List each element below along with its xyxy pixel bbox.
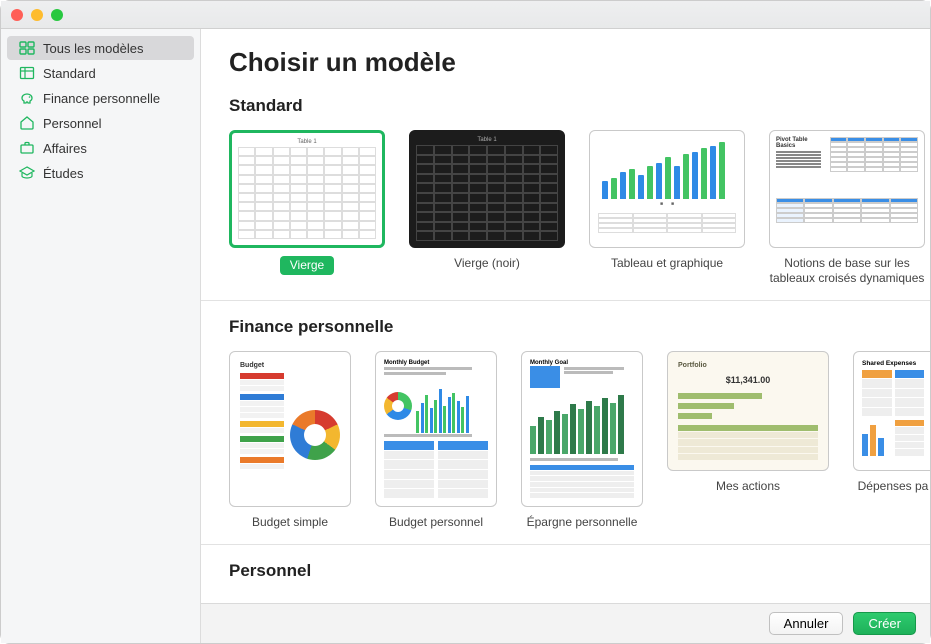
sidebar-item-label: Affaires bbox=[43, 141, 87, 156]
sidebar-item-label: Standard bbox=[43, 66, 96, 81]
briefcase-icon bbox=[19, 140, 35, 156]
template-label: Vierge bbox=[280, 256, 334, 275]
template-my-stocks[interactable]: Portfolio $11,341.00 Mes actions bbox=[667, 351, 829, 530]
window-close-button[interactable] bbox=[11, 9, 23, 21]
template-label: Tableau et graphique bbox=[611, 256, 723, 271]
thumb-caption: Budget bbox=[240, 362, 340, 369]
grid-icon bbox=[19, 40, 35, 56]
sidebar-item-standard[interactable]: Standard bbox=[7, 61, 194, 85]
sidebar-item-all-templates[interactable]: Tous les modèles bbox=[7, 36, 194, 60]
template-label: Budget simple bbox=[252, 515, 328, 530]
thumb-caption: Portfolio bbox=[678, 362, 818, 369]
thumb-caption: Table 1 bbox=[238, 139, 376, 145]
template-table-chart[interactable]: Tableau et graphique bbox=[589, 130, 745, 286]
sidebar-item-personal[interactable]: Personnel bbox=[7, 111, 194, 135]
template-simple-budget[interactable]: Budget bbox=[229, 351, 351, 530]
window-zoom-button[interactable] bbox=[51, 9, 63, 21]
sidebar-item-label: Tous les modèles bbox=[43, 41, 143, 56]
graduation-cap-icon bbox=[19, 165, 35, 181]
footer: Annuler Créer bbox=[201, 603, 930, 643]
page-title: Choisir un modèle bbox=[229, 47, 930, 78]
thumb-caption: Table 1 bbox=[416, 137, 558, 143]
house-icon bbox=[19, 115, 35, 131]
create-button[interactable]: Créer bbox=[853, 612, 916, 635]
template-label: Mes actions bbox=[716, 479, 780, 494]
template-label: Budget personnel bbox=[389, 515, 483, 530]
template-shared-expenses[interactable]: Shared Expenses bbox=[853, 351, 930, 530]
template-thumbnail: Monthly Goal bbox=[521, 351, 643, 507]
template-thumbnail: Shared Expenses bbox=[853, 351, 930, 471]
template-row-standard: Table 1 bbox=[229, 130, 930, 294]
cancel-button[interactable]: Annuler bbox=[769, 612, 844, 635]
sidebar-item-education[interactable]: Études bbox=[7, 161, 194, 185]
template-pivot-basics[interactable]: Pivot Table Basics bbox=[769, 130, 925, 286]
section-title-finance: Finance personnelle bbox=[229, 317, 930, 337]
piggybank-icon bbox=[19, 90, 35, 106]
thumb-caption: Shared Expenses bbox=[862, 360, 924, 367]
sidebar-item-business[interactable]: Affaires bbox=[7, 136, 194, 160]
main-content: Choisir un modèle Standard Table 1 bbox=[201, 29, 930, 643]
template-blank[interactable]: Table 1 bbox=[229, 130, 385, 286]
thumb-caption: Pivot Table Basics bbox=[776, 137, 826, 149]
window-minimize-button[interactable] bbox=[31, 9, 43, 21]
template-thumbnail: Table 1 bbox=[229, 130, 385, 248]
template-label: Vierge (noir) bbox=[454, 256, 520, 271]
section-title-personnel: Personnel bbox=[229, 561, 930, 581]
template-thumbnail: Table 1 bbox=[409, 130, 565, 248]
template-thumbnail: Budget bbox=[229, 351, 351, 507]
template-personal-savings[interactable]: Monthly Goal bbox=[521, 351, 643, 530]
table-icon bbox=[19, 65, 35, 81]
template-thumbnail: Portfolio $11,341.00 bbox=[667, 351, 829, 471]
portfolio-amount: $11,341.00 bbox=[678, 375, 818, 385]
sidebar-item-label: Études bbox=[43, 166, 83, 181]
sidebar: Tous les modèles Standard Finance person… bbox=[1, 29, 201, 643]
titlebar bbox=[1, 1, 930, 29]
sidebar-item-label: Personnel bbox=[43, 116, 102, 131]
sidebar-item-label: Finance personnelle bbox=[43, 91, 160, 106]
section-title-standard: Standard bbox=[229, 96, 930, 116]
thumb-caption: Monthly Budget bbox=[384, 360, 488, 366]
template-label: Dépenses pa bbox=[858, 479, 929, 494]
template-label: Épargne personnelle bbox=[527, 515, 638, 530]
template-blank-dark[interactable]: Table 1 bbox=[409, 130, 565, 286]
template-thumbnail: Monthly Budget bbox=[375, 351, 497, 507]
template-row-finance: Budget bbox=[229, 351, 930, 538]
sidebar-item-personal-finance[interactable]: Finance personnelle bbox=[7, 86, 194, 110]
template-thumbnail bbox=[589, 130, 745, 248]
template-label: Notions de base sur les tableaux croisés… bbox=[769, 256, 925, 286]
template-thumbnail: Pivot Table Basics bbox=[769, 130, 925, 248]
template-personal-budget[interactable]: Monthly Budget bbox=[375, 351, 497, 530]
